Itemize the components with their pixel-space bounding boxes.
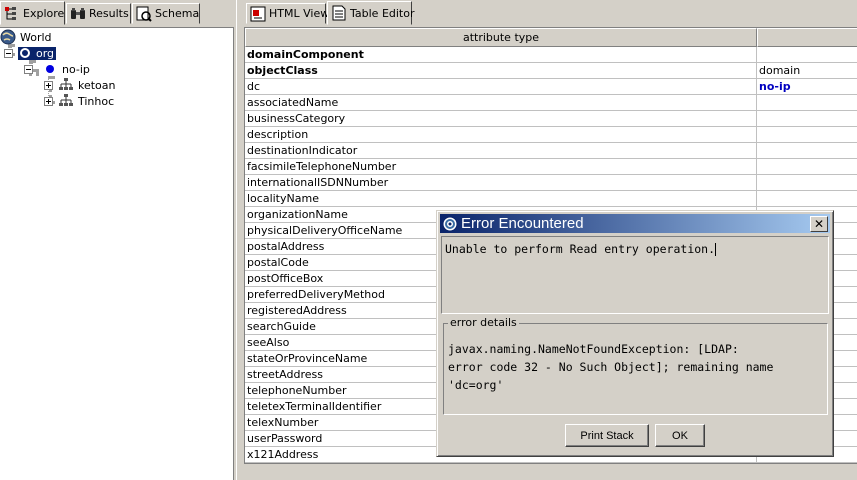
tree-node-ketoan-label: ketoan — [78, 78, 116, 92]
close-icon: ✕ — [813, 217, 825, 231]
expand-icon[interactable] — [44, 96, 53, 106]
html-view-icon — [250, 6, 266, 22]
tree-node-world-label: World — [20, 30, 52, 44]
attribute-value-cell[interactable] — [757, 175, 857, 191]
attribute-name-cell[interactable]: objectClass — [245, 63, 757, 79]
error-details-line: error code 32 - No Such Object]; remaini… — [448, 360, 774, 374]
tree-node-org-label: org — [36, 46, 55, 60]
expand-icon[interactable] — [44, 80, 53, 90]
column-header-value[interactable] — [757, 28, 857, 47]
error-details-group: error details javax.naming.NameNotFoundE… — [443, 316, 828, 415]
table-row[interactable]: description — [245, 127, 857, 143]
tab-table-editor-label: Table Editor — [350, 6, 415, 20]
collapse-icon[interactable] — [4, 48, 13, 58]
globe-icon — [0, 29, 16, 45]
table-row[interactable]: dc no-ip — [245, 79, 857, 95]
tree-node-no-ip[interactable]: no-ip — [24, 61, 90, 77]
table-row[interactable]: internationalISDNNumber — [245, 175, 857, 191]
attribute-value-cell[interactable]: domain — [757, 63, 857, 79]
table-header: attribute type — [245, 28, 857, 47]
domain-dot-icon — [46, 65, 54, 73]
tree-node-no-ip-label: no-ip — [62, 62, 90, 76]
tab-explore-label: Explore — [23, 6, 65, 20]
table-row[interactable]: associatedName — [245, 95, 857, 111]
left-tab-strip: Explore Results Schema — [0, 0, 236, 28]
attribute-name-cell[interactable]: dc — [245, 79, 757, 95]
tab-schema[interactable]: Schema — [132, 3, 200, 24]
error-message: Unable to perform Read entry operation. — [445, 242, 716, 256]
directory-tree: World org no-ip ketoan Tinhoc — [0, 27, 234, 480]
error-details-text: javax.naming.NameNotFoundException: [LDA… — [448, 340, 826, 394]
tab-explore[interactable]: Explore — [0, 1, 65, 25]
attribute-name-cell[interactable]: associatedName — [245, 95, 757, 111]
attribute-name-cell[interactable]: businessCategory — [245, 111, 757, 127]
tree-node-tinhoc-label: Tinhoc — [78, 94, 115, 108]
table-row[interactable]: objectClass domain — [245, 63, 857, 79]
domain-circle-icon — [20, 48, 30, 58]
error-details-line: 'dc=org' — [448, 378, 504, 392]
table-editor-icon — [331, 5, 347, 21]
error-message-box[interactable]: Unable to perform Read entry operation. — [441, 236, 829, 314]
attribute-value-cell[interactable]: no-ip — [757, 79, 857, 95]
attribute-value-cell[interactable] — [757, 143, 857, 159]
print-stack-button[interactable]: Print Stack — [565, 424, 649, 447]
column-header-attribute-type[interactable]: attribute type — [245, 28, 757, 47]
table-row[interactable]: facsimileTelephoneNumber — [245, 159, 857, 175]
left-pane: Explore Results Schema World org no-ip k… — [0, 0, 236, 480]
tree-node-org-row: org — [18, 46, 57, 60]
table-row[interactable]: localityName — [245, 191, 857, 207]
table-row[interactable]: businessCategory — [245, 111, 857, 127]
error-details-line: javax.naming.NameNotFoundException: [LDA… — [448, 342, 739, 356]
schema-icon — [136, 6, 152, 22]
tab-table-editor[interactable]: Table Editor — [327, 1, 415, 25]
tab-results-label: Results — [89, 7, 129, 20]
right-tab-strip: HTML View Table Editor — [242, 0, 857, 28]
attribute-name-cell[interactable]: facsimileTelephoneNumber — [245, 159, 757, 175]
attribute-name-cell[interactable]: destinationIndicator — [245, 143, 757, 159]
tab-html-view-label: HTML View — [269, 7, 330, 20]
tab-results[interactable]: Results — [66, 3, 131, 24]
explore-tree-icon — [4, 5, 20, 21]
attribute-value-cell[interactable] — [757, 111, 857, 127]
attribute-value-cell[interactable] — [757, 159, 857, 175]
attribute-value-cell[interactable] — [757, 191, 857, 207]
ok-button[interactable]: OK — [655, 424, 705, 447]
tree-node-tinhoc[interactable]: Tinhoc — [44, 93, 114, 109]
error-dialog: Error Encountered ✕ Unable to perform Re… — [436, 210, 834, 457]
table-row[interactable]: destinationIndicator — [245, 143, 857, 159]
attribute-name-cell[interactable]: description — [245, 127, 757, 143]
tree-node-ketoan[interactable]: ketoan — [44, 77, 116, 93]
org-unit-icon — [58, 77, 74, 93]
collapse-icon[interactable] — [24, 64, 33, 74]
app-logo-icon — [442, 216, 458, 232]
tab-html-view[interactable]: HTML View — [246, 3, 330, 24]
attribute-name-cell[interactable]: internationalISDNNumber — [245, 175, 757, 191]
tab-schema-label: Schema — [155, 7, 200, 20]
horizontal-scrollbar[interactable] — [244, 463, 857, 480]
attribute-value-cell[interactable] — [757, 95, 857, 111]
dialog-title: Error Encountered — [461, 215, 584, 232]
binoculars-icon — [70, 6, 86, 22]
org-unit-icon — [58, 93, 74, 109]
close-button[interactable]: ✕ — [810, 216, 828, 232]
attribute-value-cell[interactable] — [757, 47, 857, 63]
tree-node-org[interactable]: org — [4, 45, 57, 61]
dialog-titlebar[interactable]: Error Encountered ✕ — [440, 214, 830, 233]
attribute-value-cell[interactable] — [757, 127, 857, 143]
attribute-name-cell[interactable]: domainComponent — [245, 47, 757, 63]
table-row[interactable]: domainComponent — [245, 47, 857, 63]
text-caret — [715, 243, 717, 256]
tree-node-world[interactable]: World — [0, 29, 52, 45]
error-details-label: error details — [448, 316, 519, 329]
attribute-name-cell[interactable]: localityName — [245, 191, 757, 207]
